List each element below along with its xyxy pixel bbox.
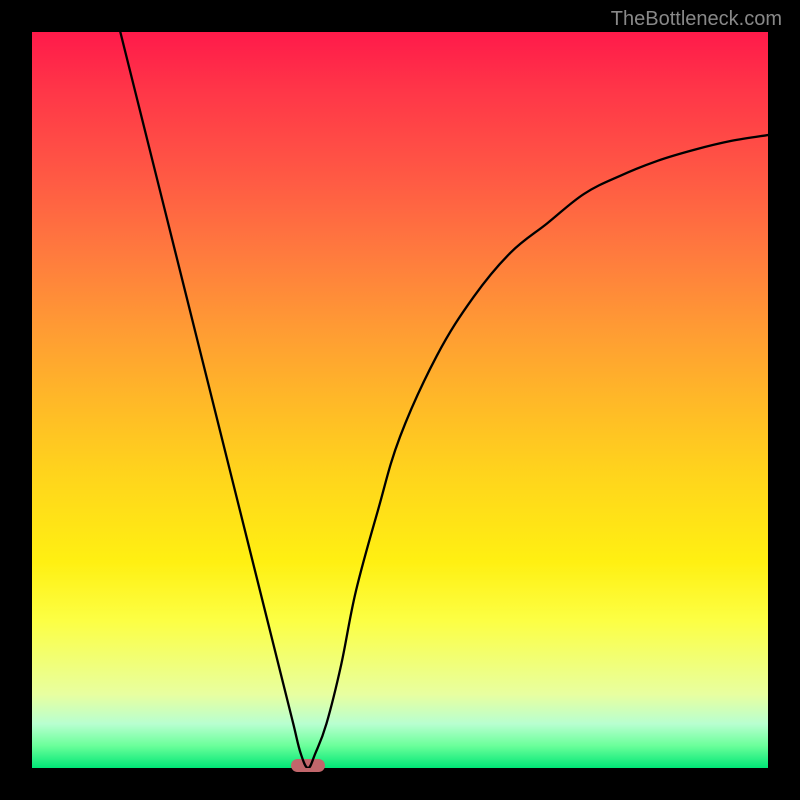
bottleneck-curve <box>120 32 768 768</box>
curve-layer <box>32 32 768 768</box>
watermark-text: TheBottleneck.com <box>611 8 782 31</box>
plot-area <box>32 32 768 768</box>
